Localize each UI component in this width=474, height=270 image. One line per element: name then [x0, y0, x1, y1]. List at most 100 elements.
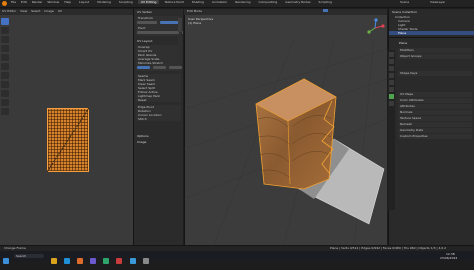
navigation-gizmo-icon[interactable] [365, 18, 385, 38]
tab-rendering[interactable]: Rendering [232, 0, 253, 4]
divider [389, 37, 474, 38]
menu-file[interactable]: File [11, 0, 16, 4]
prop-row[interactable]: Color Attributes [398, 98, 472, 103]
data-tab-icon[interactable] [389, 94, 394, 99]
cursor-tool-icon[interactable] [1, 27, 9, 34]
uv-editor-header: UV Editor View Select Image UV [0, 9, 133, 15]
scene-tab-icon[interactable] [389, 73, 394, 78]
panel-tab-strip [178, 18, 183, 208]
tab-sculpting[interactable]: Sculpting [116, 0, 136, 4]
menu-render[interactable]: Render [32, 0, 43, 4]
panel-header[interactable]: Image [134, 139, 183, 145]
prop-row[interactable]: Object Groups [398, 54, 472, 59]
material-tab-icon[interactable] [389, 101, 394, 106]
uv-side-panel: UV Vertex Transform Pivot UV Layout Unwr… [133, 9, 183, 245]
cursor-location-field[interactable] [137, 31, 179, 34]
move-tool-icon[interactable] [1, 36, 9, 43]
uv-image-menu[interactable]: Image [44, 9, 53, 13]
scene-selector[interactable]: Scene [400, 0, 409, 4]
panel-field: Pivot [138, 26, 146, 30]
tab-scripting[interactable]: Scripting [316, 0, 335, 4]
panel-header[interactable]: UV Vertex [134, 9, 183, 15]
object-tab-icon[interactable] [389, 80, 394, 85]
tab-uv-editing[interactable]: UV Editing [137, 0, 160, 4]
status-right: Plane | Verts 0/512 | Edges 0/992 | Face… [330, 246, 447, 250]
panel-block-transform: Transform Pivot [136, 16, 183, 36]
tab-texture-paint[interactable]: Texture Paint [161, 0, 186, 4]
prop-row[interactable]: Custom Properties [398, 134, 472, 139]
object-name[interactable]: Plane [389, 40, 474, 46]
select-mode-edge[interactable] [152, 66, 166, 69]
status-left: Change Frame [4, 246, 26, 250]
output-tab-icon[interactable] [389, 66, 394, 71]
uv-toolbar [1, 18, 11, 128]
panel-block-cursor: Edge Pivot Rotation Cursor Location Stit… [136, 105, 181, 121]
pinch-tool-icon[interactable] [1, 99, 9, 106]
outliner-item-selected[interactable]: Plane [389, 31, 474, 35]
prop-row[interactable]: Texture Space [398, 116, 472, 121]
tab-animation[interactable]: Animation [209, 0, 230, 4]
menu-help[interactable]: Help [64, 0, 71, 4]
app-icon[interactable] [90, 258, 97, 264]
menu-window[interactable]: Window [47, 0, 59, 4]
rotate-tool-icon[interactable] [1, 45, 9, 52]
start-icon[interactable] [3, 258, 9, 264]
relax-tool-icon[interactable] [1, 90, 9, 97]
uv-view-menu[interactable]: View [20, 9, 27, 13]
prop-row[interactable]: UV Maps [398, 92, 472, 97]
panel-field[interactable]: Reset [136, 98, 181, 102]
prop-row[interactable]: Normals [398, 110, 472, 115]
tab-geometry-nodes[interactable]: Geometry Nodes [282, 0, 313, 4]
file-explorer-icon[interactable] [51, 258, 57, 264]
annotate-tool-icon[interactable] [1, 72, 9, 79]
uv-uv-menu[interactable]: UV [58, 9, 62, 13]
prop-row[interactable]: Modifiers [398, 48, 472, 53]
pivot-dropdown[interactable] [137, 21, 157, 24]
wood-mesh-object [255, 78, 337, 190]
rip-tool-icon[interactable] [1, 108, 9, 115]
modifier-tab-icon[interactable] [389, 87, 394, 92]
grab-tool-icon[interactable] [1, 81, 9, 88]
transform-tool-icon[interactable] [1, 63, 9, 70]
clock-date[interactable]: 23/06/2024 [440, 256, 457, 260]
app-icon[interactable] [103, 258, 110, 264]
prop-row[interactable]: Geometry Data [398, 128, 472, 133]
panel-field[interactable]: Minimize Stretch [136, 61, 181, 65]
tab-layout[interactable]: Layout [76, 0, 92, 4]
blender-app-icon[interactable] [77, 258, 84, 264]
properties-tab-strip [388, 50, 395, 210]
properties-editor: Scene Collection Collection Camera Light… [388, 9, 474, 245]
panel-field[interactable]: Stitch [136, 117, 181, 121]
menu-edit[interactable]: Edit [21, 0, 27, 4]
render-tab-icon[interactable] [389, 59, 394, 64]
taskbar-search[interactable]: Search [14, 254, 44, 258]
snap-toggle[interactable] [159, 21, 180, 24]
select-mode-vertex[interactable] [137, 66, 150, 69]
tool-tab-icon[interactable] [389, 52, 394, 57]
taskbar: Search 12:38 23/06/2024 [0, 251, 474, 264]
panel-field: Transform [138, 16, 153, 20]
prop-row[interactable]: Attributes [398, 104, 472, 109]
select-box-tool-icon[interactable] [1, 18, 9, 25]
app-icon[interactable] [129, 258, 136, 264]
uv-mode-selector[interactable]: UV Editor [2, 9, 16, 13]
app-icon[interactable] [116, 258, 123, 264]
app-icon[interactable] [142, 258, 149, 264]
panel-header[interactable]: UV Layout [134, 38, 183, 44]
blender-logo-icon[interactable] [2, 1, 7, 6]
prop-row[interactable]: Remesh [398, 122, 472, 127]
tab-tool[interactable] [178, 18, 182, 32]
panel-block-seams: Seams Mark Seam Clear Seam Select Split … [136, 74, 181, 102]
tab-view[interactable] [178, 50, 182, 64]
tab-modeling[interactable]: Modeling [94, 0, 114, 4]
uv-select-menu[interactable]: Select [31, 9, 40, 13]
prop-row[interactable]: Shape Keys [398, 71, 472, 76]
scale-tool-icon[interactable] [1, 54, 9, 61]
browser-icon[interactable] [64, 258, 71, 264]
tab-shading[interactable]: Shading [189, 0, 207, 4]
view-layer-selector[interactable]: ViewLayer [430, 0, 445, 4]
tab-image[interactable] [178, 34, 182, 48]
tab-compositing[interactable]: Compositing [255, 0, 280, 4]
